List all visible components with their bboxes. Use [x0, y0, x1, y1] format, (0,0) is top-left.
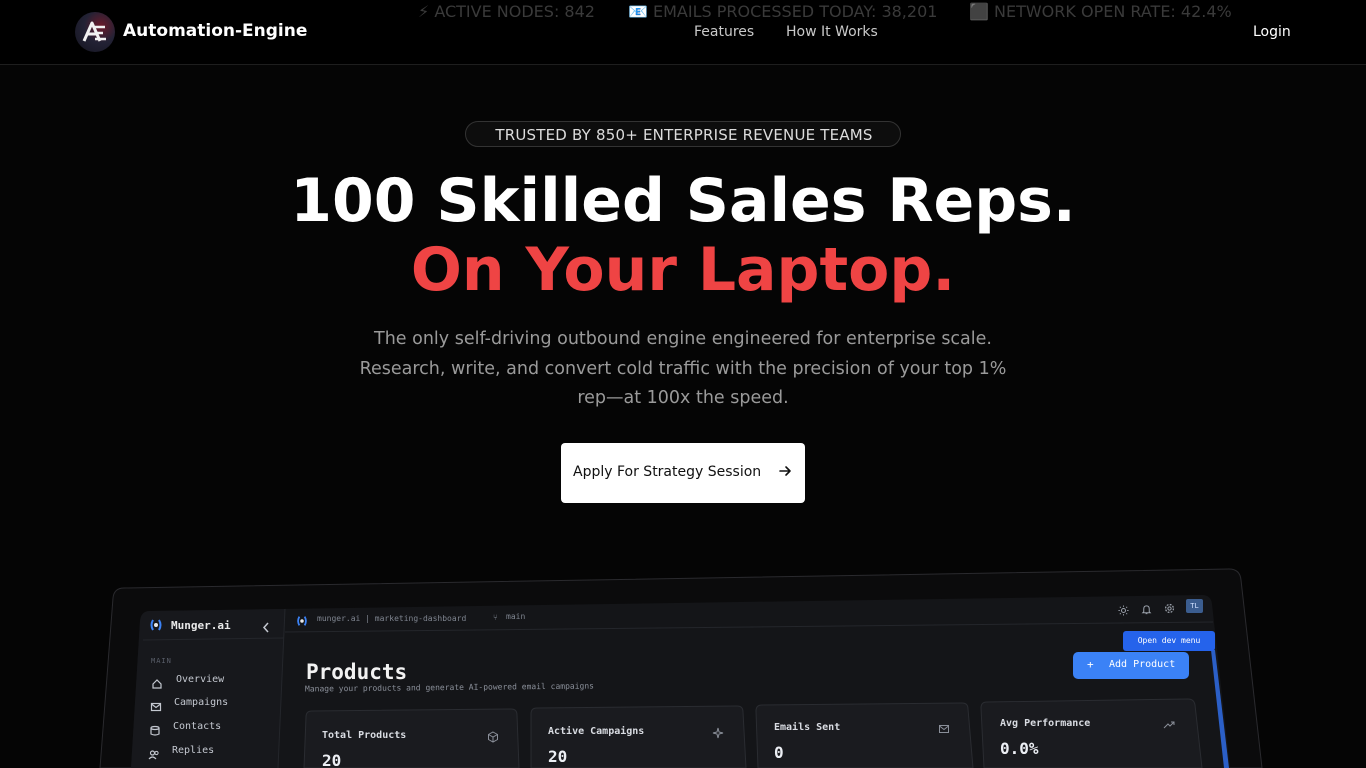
- page-title: Products: [306, 660, 408, 684]
- home-icon: [151, 675, 163, 694]
- sidebar-section-label: MAIN: [151, 657, 172, 665]
- stat-label: Active Campaigns: [548, 726, 645, 737]
- plus-icon: +: [1087, 658, 1094, 671]
- stat-label: Total Products: [322, 730, 407, 741]
- munger-logo-icon: [148, 617, 164, 637]
- add-product-button[interactable]: + Add Product: [1073, 652, 1189, 679]
- breadcrumb: munger.ai | marketing-dashboard: [317, 614, 467, 623]
- stat-label: Avg Performance: [1000, 718, 1091, 729]
- cube-icon: [487, 728, 499, 747]
- stat-value: 20: [548, 747, 568, 766]
- mail-icon: [938, 720, 950, 739]
- dashboard-preview: Munger.ai MAIN Overview Campaigns Contac…: [0, 0, 1366, 768]
- trend-up-icon: [1163, 716, 1175, 735]
- stat-label: Emails Sent: [774, 722, 841, 733]
- users-icon: [148, 746, 160, 765]
- stat-value: 20: [322, 751, 342, 768]
- database-icon: [149, 722, 161, 741]
- page-subtitle: Manage your products and generate AI-pow…: [304, 681, 595, 694]
- add-product-label: Add Product: [1109, 659, 1176, 670]
- sidebar-brand: Munger.ai: [171, 619, 231, 632]
- sun-icon[interactable]: [1118, 601, 1129, 620]
- git-branch-icon: ⑂: [493, 613, 498, 622]
- sidebar-item-label: Contacts: [173, 721, 222, 732]
- chevron-left-icon[interactable]: [262, 618, 271, 637]
- stat-value: 0.0%: [1000, 739, 1039, 758]
- munger-logo-icon: [295, 613, 309, 632]
- mail-icon: [150, 698, 162, 717]
- gear-icon[interactable]: [1164, 599, 1175, 618]
- open-dev-menu-button[interactable]: Open dev menu: [1123, 631, 1215, 651]
- sidebar-item-label: Campaigns: [174, 697, 229, 708]
- sidebar-item-label: Overview: [176, 674, 225, 685]
- sparkle-icon: [712, 724, 724, 743]
- avatar[interactable]: TL: [1186, 599, 1203, 613]
- bell-icon[interactable]: [1141, 600, 1152, 619]
- sidebar-item-label: Replies: [172, 745, 215, 756]
- stat-value: 0: [774, 743, 784, 762]
- branch-name: main: [506, 612, 526, 621]
